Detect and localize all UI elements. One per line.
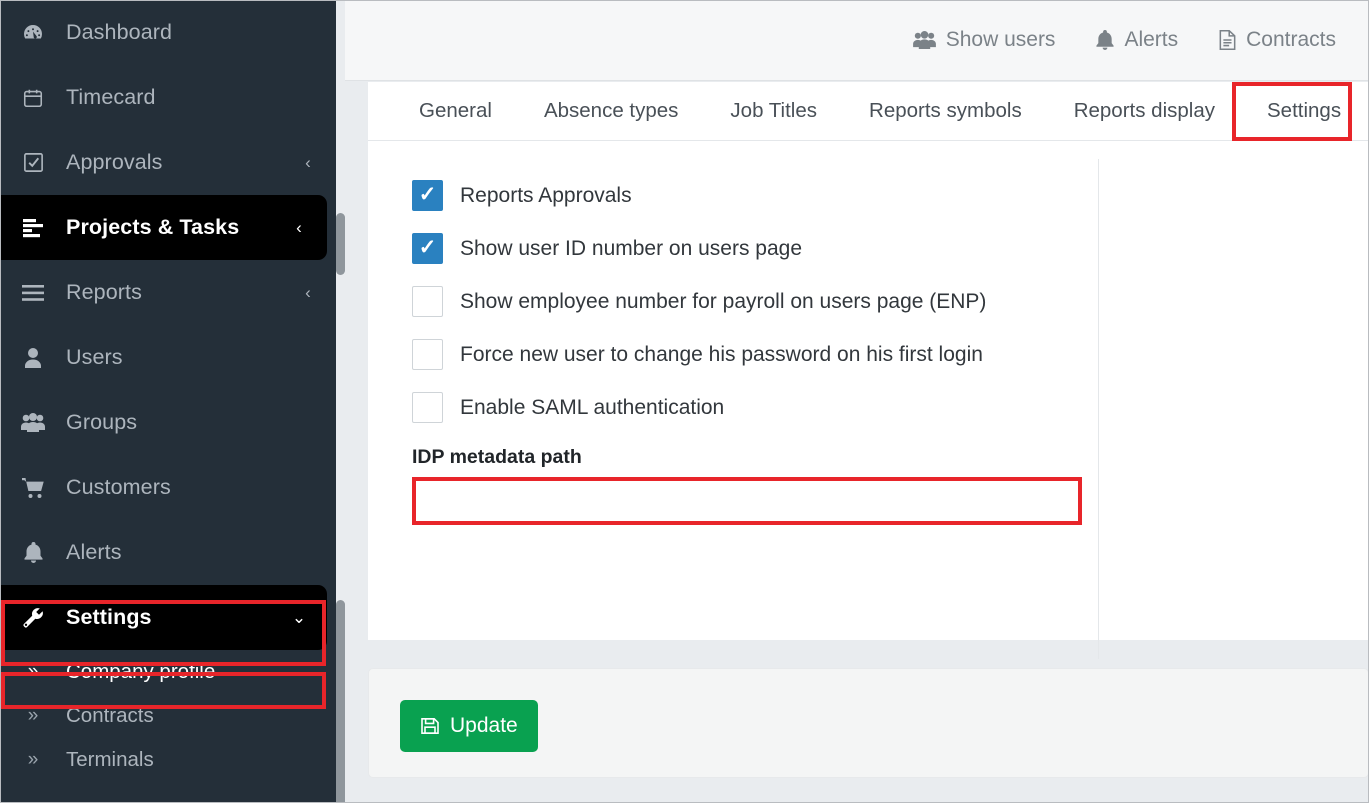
sidebar-item-label: Approvals: [66, 150, 163, 174]
form-footer-card: Update: [368, 668, 1369, 778]
top-link-label: Show users: [945, 28, 1056, 51]
tab-reports-display[interactable]: Reports display: [1048, 82, 1241, 140]
idp-metadata-input[interactable]: [412, 478, 1082, 525]
bars-icon: [0, 284, 66, 302]
idp-metadata-label: IDP metadata path: [412, 446, 582, 468]
sidebar-item-alerts[interactable]: Alerts: [0, 520, 336, 585]
sidebar-item-label: Projects & Tasks: [66, 215, 240, 239]
tab-bar: General Absence types Job Titles Reports…: [368, 82, 1369, 141]
sidebar-item-label: Customers: [66, 475, 171, 499]
top-link-label: Alerts: [1124, 28, 1179, 51]
sidebar-item-timecard[interactable]: Timecard: [0, 65, 336, 130]
chevron-down-icon: ⌄: [291, 607, 307, 627]
sidebar-item-label: Alerts: [66, 540, 122, 564]
sidebar-item-label: Dashboard: [66, 20, 173, 44]
bell-icon: [1095, 29, 1115, 51]
sidebar-subitem-label: Terminals: [66, 748, 154, 771]
checkbox-show-user-id[interactable]: ✓: [412, 233, 443, 264]
double-chevron-icon: »: [27, 661, 39, 682]
sidebar-subitem-contracts[interactable]: » Contracts: [0, 694, 336, 738]
checkbox-label: Enable SAML authentication: [460, 395, 725, 419]
checkbox-show-employee-number[interactable]: ✓: [412, 286, 443, 317]
contracts-link[interactable]: Contracts: [1198, 28, 1356, 52]
checkbox-force-password-change[interactable]: ✓: [412, 339, 443, 370]
chevron-left-icon: ‹: [305, 152, 311, 172]
checkbox-row-reports-approvals[interactable]: ✓ Reports Approvals: [368, 169, 1369, 222]
checkbox-label: Force new user to change his password on…: [460, 342, 983, 366]
sidebar-item-customers[interactable]: Customers: [0, 455, 336, 520]
file-icon: [1218, 29, 1237, 51]
sidebar-item-settings[interactable]: Settings ⌄: [0, 585, 327, 650]
tab-settings[interactable]: Settings: [1241, 82, 1367, 140]
checkbox-row-enable-saml[interactable]: ✓ Enable SAML authentication: [368, 381, 1369, 434]
chevron-left-icon: ‹: [305, 282, 311, 302]
check-square-icon: [0, 151, 66, 174]
sidebar-item-label: Settings: [66, 605, 152, 629]
checkbox-reports-approvals[interactable]: ✓: [412, 180, 443, 211]
top-header: Show users Alerts Contracts: [345, 0, 1369, 81]
sidebar-item-approvals[interactable]: Approvals ‹: [0, 130, 336, 195]
checkbox-row-force-password-change[interactable]: ✓ Force new user to change his password …: [368, 328, 1369, 381]
tab-reports-symbols[interactable]: Reports symbols: [843, 82, 1048, 140]
checkbox-label: Show user ID number on users page: [460, 236, 803, 260]
check-icon: ✓: [418, 183, 437, 206]
top-header-links: Show users Alerts Contracts: [892, 0, 1356, 80]
sidebar-subitem-label: Contracts: [66, 704, 154, 727]
checkbox-row-show-user-id[interactable]: ✓ Show user ID number on users page: [368, 222, 1369, 275]
alerts-link[interactable]: Alerts: [1075, 28, 1198, 52]
checkbox-row-show-employee-number[interactable]: ✓ Show employee number for payroll on us…: [368, 275, 1369, 328]
tasks-icon: [0, 218, 66, 238]
calendar-icon: [0, 87, 66, 109]
form-column-divider: [1098, 159, 1099, 659]
app-window: Dashboard Timecard Approvals ‹ Projects …: [0, 0, 1369, 803]
wrench-icon: [0, 606, 66, 630]
idp-metadata-group: IDP metadata path: [368, 446, 1369, 525]
sidebar-scrollbar-thumb-lower[interactable]: [336, 600, 345, 803]
checkbox-label: Reports Approvals: [460, 183, 632, 207]
sidebar-subitem-company-profile[interactable]: » Company profile: [0, 650, 336, 694]
checkbox-label: Show employee number for payroll on user…: [460, 289, 987, 313]
user-icon: [0, 347, 66, 369]
chevron-left-icon: ‹: [296, 217, 302, 237]
sidebar-item-label: Reports: [66, 280, 142, 304]
content-panel: General Absence types Job Titles Reports…: [368, 82, 1369, 659]
checkbox-enable-saml[interactable]: ✓: [412, 392, 443, 423]
double-chevron-icon: »: [27, 749, 39, 770]
double-chevron-icon: »: [27, 705, 39, 726]
sidebar-item-dashboard[interactable]: Dashboard: [0, 0, 336, 65]
sidebar-subitem-terminals[interactable]: » Terminals: [0, 738, 336, 782]
sidebar-scrollbar-thumb-upper[interactable]: [336, 213, 345, 275]
tab-job-titles[interactable]: Job Titles: [704, 82, 843, 140]
check-icon: ✓: [418, 236, 437, 259]
sidebar: Dashboard Timecard Approvals ‹ Projects …: [0, 0, 336, 803]
sidebar-item-label: Users: [66, 345, 123, 369]
sidebar-item-groups[interactable]: Groups: [0, 390, 336, 455]
save-icon: [420, 716, 440, 736]
sidebar-item-projects-tasks[interactable]: Projects & Tasks ‹: [0, 195, 327, 260]
sidebar-item-reports[interactable]: Reports ‹: [0, 260, 336, 325]
tab-absence-types[interactable]: Absence types: [518, 82, 704, 140]
update-button-label: Update: [450, 714, 518, 737]
update-button[interactable]: Update: [400, 700, 538, 752]
tab-general[interactable]: General: [393, 82, 518, 140]
sidebar-item-label: Timecard: [66, 85, 156, 109]
settings-form: ✓ Reports Approvals ✓ Show user ID numbe…: [368, 141, 1369, 659]
sidebar-item-label: Groups: [66, 410, 138, 434]
cart-icon: [0, 477, 66, 499]
top-link-label: Contracts: [1246, 28, 1336, 51]
bell-icon: [0, 541, 66, 564]
dashboard-icon: [0, 21, 66, 45]
sidebar-item-users[interactable]: Users: [0, 325, 336, 390]
users-icon: [0, 412, 66, 433]
show-users-link[interactable]: Show users: [892, 28, 1076, 52]
sidebar-subitem-label: Company profile: [66, 660, 216, 683]
users-icon: [912, 30, 937, 50]
